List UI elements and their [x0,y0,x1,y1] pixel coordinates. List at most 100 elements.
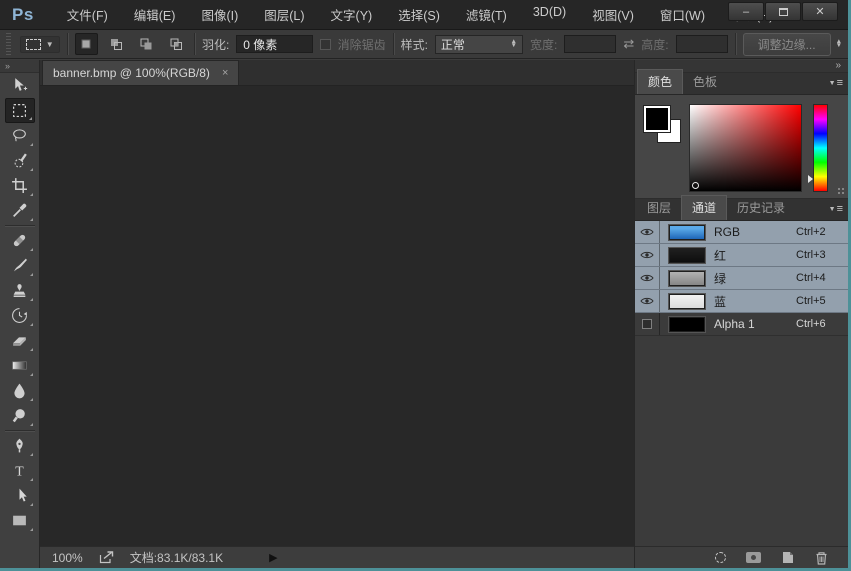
color-picker-marker[interactable] [692,182,699,189]
tab-swatches[interactable]: 色板 [683,70,727,94]
dodge-tool[interactable] [5,403,35,428]
flyout-triangle-icon [29,117,32,120]
panel-resize-grip[interactable] [837,187,845,195]
antialias-checkbox[interactable] [320,39,331,50]
feather-input[interactable]: 0 像素 [236,35,313,53]
menu-window[interactable]: 窗口(W) [647,0,718,30]
menu-layer[interactable]: 图层(L) [251,0,317,30]
visibility-toggle[interactable] [635,267,660,289]
history-brush-tool[interactable] [5,303,35,328]
panel-menu-icon[interactable]: ▼≡ [829,203,843,215]
subtract-from-selection-button[interactable] [134,33,157,55]
visibility-toggle[interactable] [635,221,660,243]
channel-thumbnail [669,248,705,263]
eyedropper-tool[interactable] [5,198,35,223]
intersect-selection-button[interactable] [164,33,187,55]
menu-bar: 文件(F) 编辑(E) 图像(I) 图层(L) 文字(Y) 选择(S) 滤镜(T… [54,0,787,30]
path-selection-tool[interactable] [5,483,35,508]
separator [67,33,68,55]
panel-menu-icon[interactable]: ▼≡ [829,77,843,89]
publish-icon[interactable] [99,551,114,564]
swap-width-height-icon[interactable]: ⇄ [623,36,634,52]
rectangular-marquee-icon [11,102,28,119]
tool-preset-picker[interactable]: ▼ [20,36,60,53]
style-dropdown[interactable]: 正常 ▲▼ [435,35,523,54]
visibility-toggle[interactable] [635,313,660,335]
add-to-selection-button[interactable] [105,33,128,55]
width-input[interactable] [564,35,616,53]
brush-tool[interactable] [5,253,35,278]
channel-name: 红 [714,247,796,264]
pen-tool[interactable] [5,433,35,458]
menu-edit[interactable]: 编辑(E) [121,0,189,30]
color-panel-tabs: 颜色 色板 ▼≡ [635,73,848,95]
channel-row-green[interactable]: 绿 Ctrl+4 [635,267,848,290]
channel-row-alpha1[interactable]: Alpha 1 Ctrl+6 [635,313,848,336]
document-size-info[interactable]: 文档:83.1K/83.1K [130,549,223,566]
rectangular-marquee-tool[interactable] [5,98,35,123]
channels-empty-area [635,336,848,546]
status-flyout-icon[interactable]: ▶ [269,551,277,564]
delete-channel-trash-icon[interactable] [815,551,828,565]
menu-filter[interactable]: 滤镜(T) [453,0,520,30]
menu-type[interactable]: 文字(Y) [318,0,386,30]
menu-3d[interactable]: 3D(D) [520,0,579,30]
flyout-triangle-icon [30,248,33,251]
load-channel-as-selection-icon[interactable] [715,552,726,563]
channel-row-red[interactable]: 红 Ctrl+3 [635,244,848,267]
channel-row-blue[interactable]: 蓝 Ctrl+5 [635,290,848,313]
save-selection-as-channel-icon[interactable] [746,552,761,563]
blur-tool[interactable] [5,378,35,403]
tab-color[interactable]: 颜色 [637,69,683,94]
tab-channels[interactable]: 通道 [681,195,727,220]
move-tool[interactable] [5,73,35,98]
clone-stamp-tool[interactable] [5,278,35,303]
close-button[interactable]: ✕ [802,2,838,21]
maximize-button[interactable] [765,2,801,21]
height-input[interactable] [676,35,728,53]
quick-selection-tool[interactable] [5,148,35,173]
new-selection-button[interactable] [75,33,98,55]
spot-healing-brush-tool[interactable] [5,228,35,253]
flyout-triangle-icon [30,168,33,171]
flyout-triangle-icon [30,218,33,221]
zoom-level[interactable]: 100% [52,551,83,565]
visibility-toggle[interactable] [635,244,660,266]
flyout-triangle-icon [30,453,33,456]
foreground-color-swatch[interactable] [644,106,670,132]
refine-edge-button[interactable]: 调整边缘... [743,33,831,56]
hue-slider[interactable] [813,104,828,192]
flyout-triangle-icon [30,503,33,506]
gradient-tool[interactable] [5,353,35,378]
minimize-button[interactable]: – [728,2,764,21]
type-tool[interactable]: T [5,458,35,483]
tab-close-icon[interactable]: × [222,67,228,79]
visibility-checkbox-empty [642,319,652,329]
crop-tool[interactable] [5,173,35,198]
stepper-arrows-icon[interactable]: ▲▼ [836,40,842,49]
tools-separator [5,430,35,431]
visibility-toggle[interactable] [635,290,660,312]
menu-select[interactable]: 选择(S) [385,0,453,30]
channel-row-rgb[interactable]: RGB Ctrl+2 [635,221,848,244]
menu-file[interactable]: 文件(F) [54,0,121,30]
document-tab[interactable]: banner.bmp @ 100%(RGB/8) × [42,60,239,85]
tab-history[interactable]: 历史记录 [727,196,795,220]
tab-layers[interactable]: 图层 [637,196,681,220]
options-bar-grip[interactable] [6,33,11,55]
saturation-brightness-picker[interactable] [689,104,802,192]
lasso-tool[interactable] [5,123,35,148]
rectangle-tool[interactable] [5,508,35,533]
brush-icon [11,257,28,274]
new-channel-icon[interactable] [781,551,795,564]
menu-image[interactable]: 图像(I) [188,0,251,30]
channel-shortcut: Ctrl+3 [796,249,848,261]
flyout-triangle-icon [30,298,33,301]
document-area: banner.bmp @ 100%(RGB/8) × 100% 文档:83.1K… [40,60,634,568]
tools-separator [5,225,35,226]
menu-view[interactable]: 视图(V) [579,0,647,30]
hue-slider-marker[interactable] [808,175,813,183]
eraser-tool[interactable] [5,328,35,353]
tools-collapse-strip[interactable]: » [0,60,39,73]
canvas[interactable] [40,86,634,546]
